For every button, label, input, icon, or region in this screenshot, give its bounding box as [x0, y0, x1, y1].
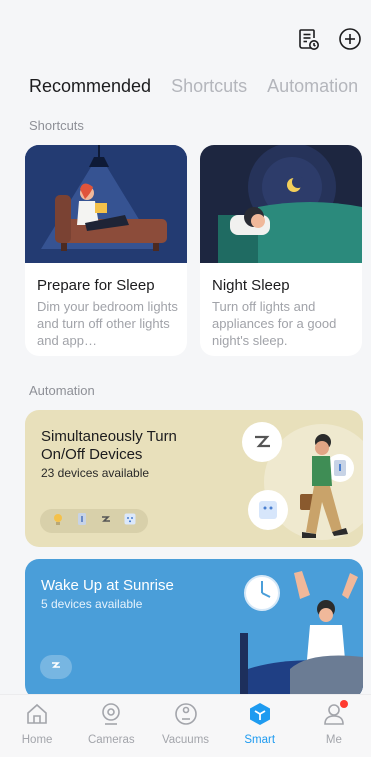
top-actions: [295, 26, 363, 52]
notification-badge: [339, 700, 348, 708]
nav-label: Home: [21, 734, 53, 746]
nav-home[interactable]: Home: [0, 695, 74, 757]
shortcut-card-prepare-sleep[interactable]: Prepare for Sleep Dim your bedroom light…: [25, 145, 187, 356]
tab-shortcuts[interactable]: Shortcuts: [171, 76, 247, 97]
tab-recommended[interactable]: Recommended: [29, 76, 151, 97]
automation-section-label: Automation: [29, 383, 95, 398]
bulb-icon: [51, 512, 65, 531]
shortcut-card-night-sleep[interactable]: Night Sleep Turn off lights and applianc…: [200, 145, 362, 356]
nav-me[interactable]: Me: [297, 695, 371, 757]
automation-card-wake-sunrise[interactable]: Wake Up at Sunrise 5 devices available: [25, 559, 363, 699]
tab-automation[interactable]: Automation: [267, 76, 358, 97]
nav-smart[interactable]: Smart: [223, 695, 297, 757]
bolt-icon: [49, 658, 63, 677]
nav-label: Me: [325, 734, 342, 746]
automation-subtitle: 23 devices available: [41, 466, 150, 480]
plug-icon: [123, 512, 137, 531]
category-tabs: Recommended Shortcuts Automation: [29, 76, 358, 97]
prepare-sleep-illustration: [25, 145, 187, 263]
night-sleep-illustration: [200, 145, 362, 263]
shortcut-title: Night Sleep: [212, 277, 290, 294]
home-icon: [24, 701, 50, 732]
camera-icon: [98, 701, 124, 732]
switch-icon: [75, 512, 89, 531]
log-icon[interactable]: [295, 26, 321, 52]
nav-label: Smart: [244, 734, 276, 746]
nav-label: Vacuums: [161, 734, 210, 746]
automation-subtitle: 5 devices available: [41, 597, 143, 611]
device-chips: [40, 509, 148, 533]
automation-title: Wake Up at Sunrise: [41, 577, 174, 594]
automation-title: Simultaneously Turn On/Off Devices: [41, 428, 177, 463]
add-icon[interactable]: [337, 26, 363, 52]
bottom-nav: Home Cameras Vacuums Smart Me: [0, 694, 371, 757]
shortcut-description: Dim your bedroom lights and turn off oth…: [37, 299, 178, 348]
nav-vacuums[interactable]: Vacuums: [148, 695, 222, 757]
cube-icon: [247, 701, 273, 732]
shortcut-title: Prepare for Sleep: [37, 277, 155, 294]
devices-illustration: [242, 422, 363, 540]
shortcuts-section-label: Shortcuts: [29, 118, 84, 133]
nav-label: Cameras: [87, 734, 135, 746]
sunrise-illustration: [240, 571, 363, 699]
automation-card-turn-on-off[interactable]: Simultaneously Turn On/Off Devices 23 de…: [25, 410, 363, 547]
device-chips: [40, 655, 72, 679]
nav-cameras[interactable]: Cameras: [74, 695, 148, 757]
vacuum-icon: [173, 701, 199, 732]
bolt-icon: [99, 512, 113, 531]
shortcut-description: Turn off lights and appliances for a goo…: [212, 299, 337, 348]
